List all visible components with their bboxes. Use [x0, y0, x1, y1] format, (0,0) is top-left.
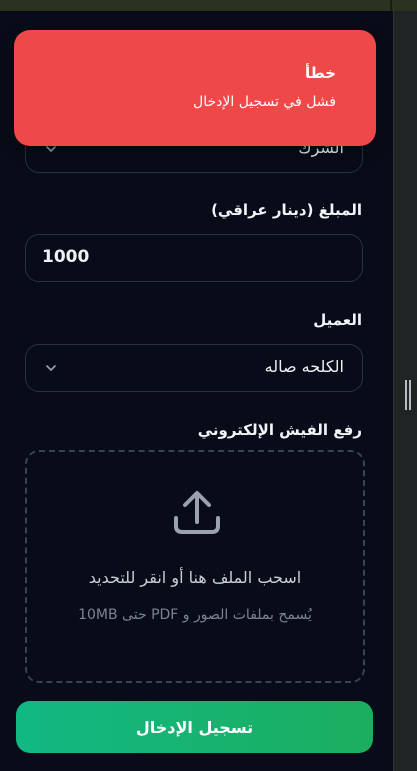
submit-entry-button[interactable]: تسجيل الإدخال: [16, 701, 373, 753]
top-bar-divider: [390, 0, 392, 11]
resize-handle-icon[interactable]: [405, 380, 411, 410]
file-dropzone[interactable]: اسحب الملف هنا أو انقر للتحديد يُسمح بمل…: [25, 450, 365, 683]
client-select[interactable]: الكلحه صاله: [25, 344, 363, 392]
client-label: العميل: [313, 311, 362, 329]
error-toast[interactable]: خطأ فشل في تسجيل الإدخال: [14, 30, 376, 146]
upload-label: رفع الفيش الإلكتروني: [197, 421, 362, 439]
toast-message: فشل في تسجيل الإدخال: [193, 94, 336, 110]
window-top-bar: [0, 0, 417, 11]
dropzone-file-limits: يُسمح بملفات الصور و PDF حتى 10MB: [78, 607, 312, 623]
amount-input[interactable]: 1000: [25, 234, 363, 282]
client-select-value: الكلحه صاله: [264, 357, 344, 376]
amount-label: المبلغ (دينار عراقي): [211, 201, 362, 219]
amount-input-value: 1000: [42, 247, 90, 267]
toast-title: خطأ: [304, 64, 336, 82]
dropzone-instruction: اسحب الملف هنا أو انقر للتحديد: [88, 568, 302, 587]
upload-icon: [174, 491, 220, 534]
chevron-down-icon: [46, 365, 56, 371]
